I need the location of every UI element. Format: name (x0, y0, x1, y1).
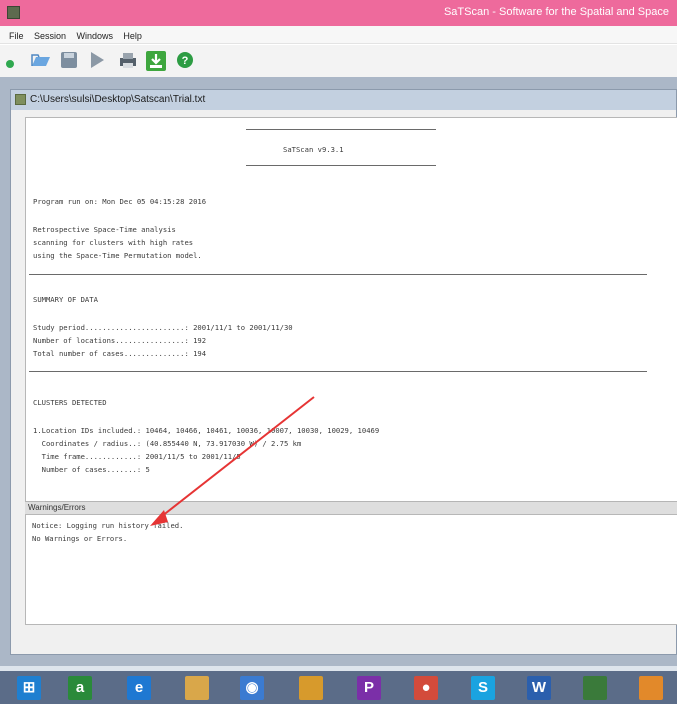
section-rule (29, 274, 647, 275)
network-app-glyph: ◉ (245, 679, 259, 696)
new-session-icon[interactable] (4, 51, 22, 69)
photos-app-taskbar-icon[interactable] (299, 676, 323, 700)
document-title-bar[interactable]: C:\Users\sulsi\Desktop\Satscan\Trial.txt (11, 90, 676, 110)
chrome-taskbar-icon[interactable]: ● (414, 676, 438, 700)
cluster-line: Time frame............: 2001/11/5 to 200… (33, 452, 241, 461)
search-app-taskbar-icon[interactable]: P (357, 676, 381, 700)
print-icon[interactable] (118, 51, 136, 69)
document-path: C:\Users\sulsi\Desktop\Satscan\Trial.txt (30, 94, 206, 105)
analysis-line: scanning for clusters with high rates (33, 238, 194, 247)
header-rule-top (246, 129, 436, 130)
help-icon[interactable]: ? (176, 51, 194, 69)
summary-line: Study period.......................: 200… (33, 323, 293, 332)
execute-icon[interactable] (88, 51, 106, 69)
orange-app-taskbar-icon[interactable] (639, 676, 663, 700)
warning-line: No Warnings or Errors. (32, 534, 128, 543)
menu-file[interactable]: File (0, 27, 27, 45)
cluster-line: Coordinates / radius..: (40.855440 N, 73… (33, 439, 302, 448)
header-title: SaTScan v9.3.1 (283, 145, 344, 154)
app-icon (7, 6, 20, 19)
menu-windows[interactable]: Windows (73, 27, 116, 45)
section-rule (29, 371, 647, 372)
run-date: Program run on: Mon Dec 05 04:15:28 2016 (33, 197, 207, 206)
toolbar: ? (0, 45, 677, 77)
warnings-label: Warnings/Errors (28, 503, 86, 512)
satscan-app-glyph (583, 676, 607, 700)
download-icon[interactable] (146, 51, 166, 71)
orange-app-glyph (639, 676, 663, 700)
file-explorer-taskbar-icon[interactable] (185, 676, 209, 700)
warnings-pane-header: Warnings/Errors (25, 501, 677, 514)
internet-explorer-glyph: e (134, 679, 144, 696)
results-output[interactable]: SaTScan v9.3.1 Program run on: Mon Dec 0… (25, 117, 677, 517)
summary-heading: SUMMARY OF DATA (33, 295, 98, 304)
svg-text:?: ? (182, 55, 189, 67)
photos-app-glyph (299, 676, 323, 700)
store-app-taskbar-icon[interactable]: a (68, 676, 92, 700)
start-button-taskbar-icon[interactable]: ⊞ (17, 676, 41, 700)
summary-line: Total number of cases..............: 194 (33, 349, 207, 358)
document-icon (15, 94, 26, 105)
menu-bar: File Session Windows Help (0, 26, 677, 44)
file-explorer-glyph (185, 676, 209, 700)
open-session-icon[interactable] (30, 51, 50, 69)
skype-glyph: S (477, 679, 488, 696)
window-title: SaTScan - Software for the Spatial and S… (443, 6, 669, 18)
menu-help[interactable]: Help (120, 27, 145, 45)
warning-line: Notice: Logging run history failed. (32, 521, 184, 530)
analysis-line: Retrospective Space-Time analysis (33, 225, 176, 234)
satscan-app-taskbar-icon[interactable] (583, 676, 607, 700)
chrome-glyph: ● (421, 679, 431, 696)
summary-line: Number of locations................: 192 (33, 336, 207, 345)
cluster-line: 1.Location IDs included.: 10464, 10466, … (33, 426, 380, 435)
analysis-line: using the Space-Time Permutation model. (33, 251, 202, 260)
search-app-glyph: P (363, 679, 374, 696)
clusters-heading: CLUSTERS DETECTED (33, 398, 107, 407)
title-bar: SaTScan - Software for the Spatial and S… (0, 0, 677, 26)
document-window[interactable]: C:\Users\sulsi\Desktop\Satscan\Trial.txt… (10, 89, 677, 655)
menu-session[interactable]: Session (31, 27, 69, 45)
internet-explorer-taskbar-icon[interactable]: e (127, 676, 151, 700)
warnings-output[interactable]: Notice: Logging run history failed. No W… (25, 514, 677, 625)
save-session-icon[interactable] (60, 51, 78, 69)
taskbar: ⊞ a e ◉ P ● S W (0, 671, 677, 704)
store-app-glyph: a (75, 679, 85, 696)
cluster-line: Number of cases.......: 5 (33, 465, 150, 474)
start-button-glyph: ⊞ (22, 679, 36, 696)
network-app-taskbar-icon[interactable]: ◉ (240, 676, 264, 700)
word-glyph: W (531, 679, 547, 696)
header-rule-bottom (246, 165, 436, 166)
skype-taskbar-icon[interactable]: S (471, 676, 495, 700)
word-taskbar-icon[interactable]: W (527, 676, 551, 700)
